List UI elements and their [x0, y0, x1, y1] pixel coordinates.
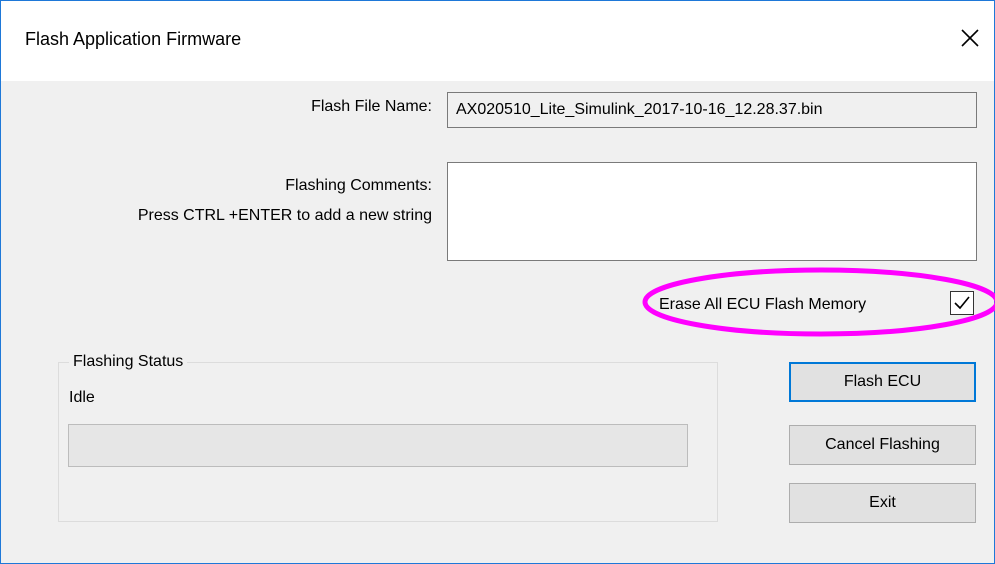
title-bar[interactable]: Flash Application Firmware	[1, 1, 994, 81]
flashing-progress-bar	[68, 424, 688, 467]
flash-file-name-label: Flash File Name:	[311, 98, 432, 115]
flash-ecu-button[interactable]: Flash ECU	[789, 362, 976, 402]
dialog-title: Flash Application Firmware	[25, 29, 242, 49]
flash-file-name-field[interactable]: AX020510_Lite_Simulink_2017-10-16_12.28.…	[447, 92, 977, 128]
erase-flash-checkbox[interactable]	[950, 291, 974, 315]
flashing-comments-input[interactable]	[447, 162, 977, 261]
close-icon	[961, 29, 979, 47]
exit-button[interactable]: Exit	[789, 483, 976, 523]
checkmark-icon	[954, 296, 970, 310]
erase-flash-label[interactable]: Erase All ECU Flash Memory	[659, 295, 931, 315]
flashing-comments-label: Flashing Comments:	[285, 177, 432, 194]
flashing-status-title: Flashing Status	[69, 352, 188, 372]
close-button[interactable]	[954, 23, 986, 53]
flash-firmware-dialog: Flash Application Firmware Flash File Na…	[0, 0, 995, 564]
flashing-status-text: Idle	[69, 389, 95, 406]
cancel-flashing-button[interactable]: Cancel Flashing	[789, 425, 976, 465]
flashing-comments-hint: Press CTRL +ENTER to add a new string	[137, 207, 432, 224]
